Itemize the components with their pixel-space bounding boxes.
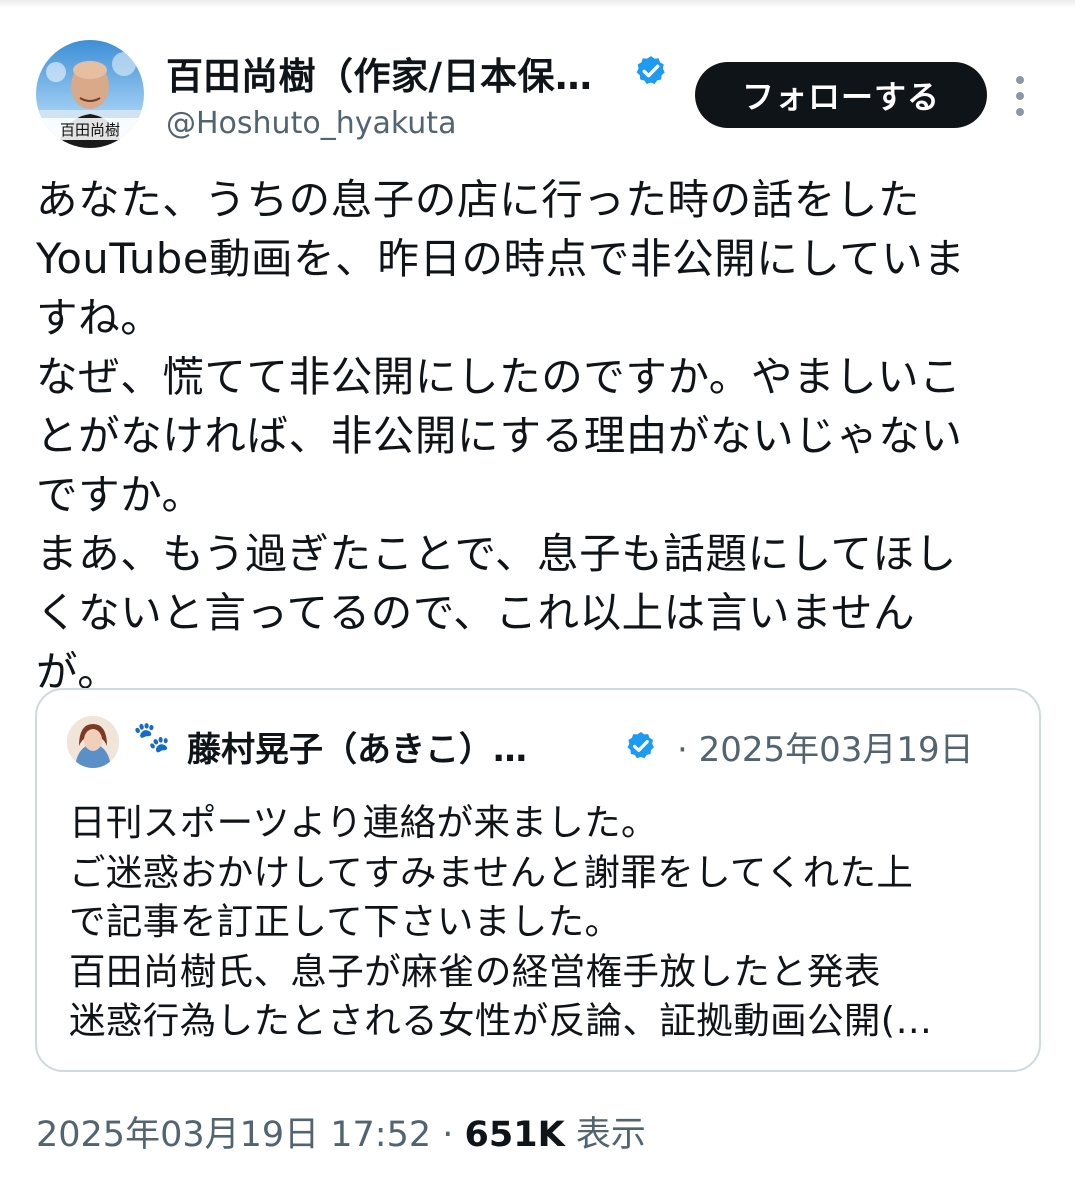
- views-label: 表示: [564, 1115, 646, 1155]
- quoted-text: 日刊スポーツより連絡が来ました。 ご迷惑おかけしてすみませんと謝罪をしてくれた上…: [69, 798, 1029, 1046]
- meta-separator: ·: [431, 1115, 465, 1155]
- quoted-line: ご迷惑おかけしてすみませんと謝罪をしてくれた上: [69, 850, 914, 894]
- author-avatar[interactable]: 百田尚樹: [36, 40, 144, 148]
- author-name[interactable]: 百田尚樹（作家/日本保…: [166, 46, 593, 100]
- more-dot: [1016, 76, 1024, 84]
- paw-icon: 🐾: [133, 720, 171, 755]
- views-count: 651K: [464, 1115, 565, 1155]
- quoted-line: 百田尚樹氏、息子が麻雀の経営権手放したと発表: [69, 949, 881, 993]
- quoted-line: 迷惑行為したとされる女性が反論、証拠動画公開(…: [69, 999, 933, 1042]
- tweet-line: ですか。: [36, 470, 204, 519]
- tweet-line: くないと言ってるので、これ以上は言いません: [36, 588, 916, 637]
- more-vertical-icon[interactable]: [1006, 76, 1034, 116]
- quoted-author-avatar[interactable]: [67, 716, 119, 768]
- more-dot: [1016, 108, 1024, 116]
- tweet-line: すね。: [36, 293, 163, 342]
- tweet-text: あなた、うちの息子の店に行った時の話をした YouTube動画を、昨日の時点で非…: [36, 170, 1046, 701]
- verified-badge-icon: [636, 56, 665, 85]
- tweet-meta: 2025年03月19日 17:52 · 651K 表示: [36, 1106, 646, 1157]
- author-handle[interactable]: @Hoshuto_hyakuta: [166, 106, 456, 141]
- tweet-line: あなた、うちの息子の店に行った時の話をした: [36, 175, 921, 224]
- quoted-tweet-card[interactable]: 🐾 藤村晃子（あきこ）… · 2025年03月19日 日刊スポーツより連絡が来ま…: [35, 688, 1041, 1072]
- avatar-caption: 百田尚樹: [60, 121, 120, 139]
- top-fade: [0, 0, 1075, 8]
- tweet-timestamp[interactable]: 2025年03月19日 17:52: [36, 1115, 431, 1155]
- tweet-line: なぜ、慌てて非公開にしたのですか。やましいこ: [36, 352, 962, 401]
- quoted-line: 日刊スポーツより連絡が来ました。: [69, 801, 658, 844]
- tweet-line: とがなければ、非公開にする理由がないじゃない: [36, 411, 963, 460]
- tweet-line: YouTube動画を、昨日の時点で非公開にしていま: [36, 234, 966, 283]
- quoted-line: で記事を訂正して下さいました。: [69, 900, 622, 943]
- more-dot: [1016, 92, 1024, 100]
- quoted-author-name[interactable]: 藤村晃子（あきこ）…: [187, 722, 527, 771]
- tweet-line: まあ、もう過ぎたことで、息子も話題にしてほし: [36, 529, 957, 578]
- quoted-date[interactable]: · 2025年03月19日: [677, 722, 974, 771]
- verified-badge-icon: [627, 732, 654, 759]
- follow-button[interactable]: フォローする: [695, 62, 987, 128]
